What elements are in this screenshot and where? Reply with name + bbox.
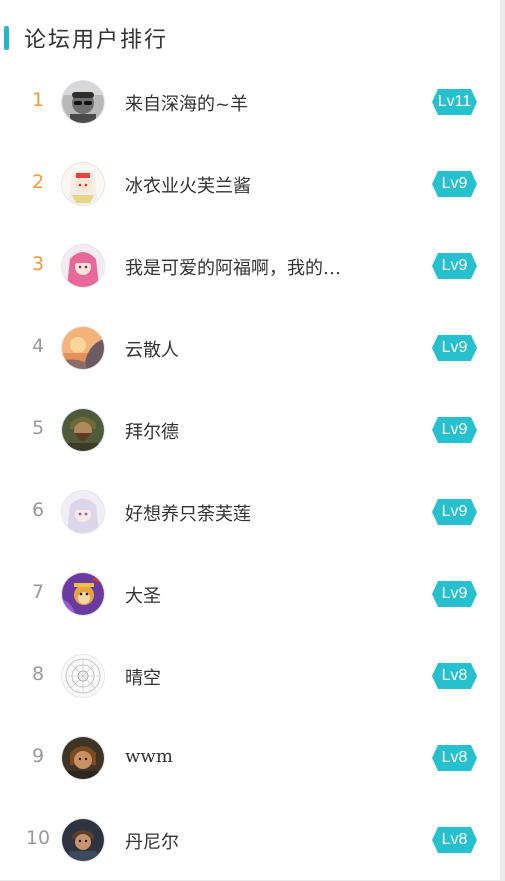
ranking-row-1[interactable]: 1 来自深海的~羊 Lv11: [0, 61, 500, 143]
level-badge: Lv9: [432, 171, 477, 197]
ranking-row-7[interactable]: 7 大圣 Lv9: [0, 553, 500, 635]
user-name[interactable]: wwm: [125, 746, 173, 767]
user-avatar[interactable]: [61, 572, 105, 616]
level-label: Lv9: [441, 339, 468, 356]
user-name[interactable]: 拜尔德: [125, 418, 179, 444]
rank-number: 4: [31, 335, 45, 357]
user-avatar[interactable]: [61, 490, 105, 534]
forum-ranking-panel: 论坛用户排行 1 来自深海的~羊 Lv11 2 冰衣业火芙兰酱 Lv9 3 我是…: [0, 0, 500, 880]
level-label: Lv9: [441, 585, 468, 602]
ranking-row-2[interactable]: 2 冰衣业火芙兰酱 Lv9: [0, 143, 500, 225]
avatar-anime-white-hair-icon: [62, 163, 104, 205]
level-badge: Lv11: [432, 89, 477, 115]
level-badge: Lv9: [432, 253, 477, 279]
avatar-bw-sunglasses-icon: [62, 81, 104, 123]
level-badge: Lv9: [432, 417, 477, 443]
user-avatar[interactable]: [61, 244, 105, 288]
avatar-anime-silver-hair-icon: [62, 491, 104, 533]
ranking-row-3[interactable]: 3 我是可爱的阿福啊，我的… Lv9: [0, 225, 500, 307]
user-name[interactable]: 好想养只荼芙莲: [125, 500, 251, 526]
level-label: Lv11: [437, 93, 472, 110]
level-badge: Lv8: [432, 745, 477, 771]
level-label: Lv8: [441, 667, 468, 684]
rank-number: 8: [31, 663, 45, 685]
rank-number: 10: [25, 827, 51, 849]
avatar-sunset-sky-icon: [62, 327, 104, 369]
user-name[interactable]: 我是可爱的阿福啊，我的…: [125, 254, 341, 280]
user-avatar[interactable]: [61, 818, 105, 862]
user-avatar[interactable]: [61, 736, 105, 780]
avatar-soldier-portrait-icon: [62, 819, 104, 861]
rank-number: 7: [31, 581, 45, 603]
ranking-row-10[interactable]: 10 丹尼尔 Lv8: [0, 799, 500, 881]
rank-number: 5: [31, 417, 45, 439]
avatar-bearded-warrior-icon: [62, 409, 104, 451]
rank-number: 6: [31, 499, 45, 521]
avatar-monkey-king-icon: [62, 573, 104, 615]
level-label: Lv9: [441, 175, 468, 192]
header-accent-bar: [4, 26, 9, 50]
level-label: Lv8: [441, 749, 468, 766]
level-badge: Lv9: [432, 335, 477, 361]
user-name[interactable]: 云散人: [125, 336, 179, 362]
level-badge: Lv8: [432, 827, 477, 853]
rank-number: 1: [31, 89, 45, 111]
rank-number: 9: [31, 745, 45, 767]
user-name[interactable]: 大圣: [125, 582, 161, 608]
user-name[interactable]: 冰衣业火芙兰酱: [125, 172, 251, 198]
level-badge: Lv8: [432, 663, 477, 689]
ranking-row-6[interactable]: 6 好想养只荼芙莲 Lv9: [0, 471, 500, 553]
avatar-anime-pink-hair-icon: [62, 245, 104, 287]
avatar-mandala-icon: [62, 655, 104, 697]
level-label: Lv9: [441, 421, 468, 438]
ranking-row-9[interactable]: 9 wwm Lv8: [0, 717, 500, 799]
ranking-list: 1 来自深海的~羊 Lv11 2 冰衣业火芙兰酱 Lv9 3 我是可爱的阿福啊，…: [0, 61, 500, 881]
ranking-row-5[interactable]: 5 拜尔德 Lv9: [0, 389, 500, 471]
user-avatar[interactable]: [61, 162, 105, 206]
user-avatar[interactable]: [61, 80, 105, 124]
rank-number: 2: [31, 171, 45, 193]
user-name[interactable]: 来自深海的~羊: [125, 90, 248, 116]
page-title: 论坛用户排行: [24, 28, 169, 53]
level-badge: Lv9: [432, 499, 477, 525]
level-badge: Lv9: [432, 581, 477, 607]
user-name[interactable]: 晴空: [125, 664, 161, 690]
rank-number: 3: [31, 253, 45, 275]
user-name[interactable]: 丹尼尔: [125, 828, 179, 854]
user-avatar[interactable]: [61, 408, 105, 452]
avatar-painted-portrait-icon: [62, 737, 104, 779]
user-avatar[interactable]: [61, 654, 105, 698]
level-label: Lv9: [441, 503, 468, 520]
ranking-row-4[interactable]: 4 云散人 Lv9: [0, 307, 500, 389]
user-avatar[interactable]: [61, 326, 105, 370]
level-label: Lv8: [441, 831, 468, 848]
ranking-row-8[interactable]: 8 晴空 Lv8: [0, 635, 500, 717]
level-label: Lv9: [441, 257, 468, 274]
